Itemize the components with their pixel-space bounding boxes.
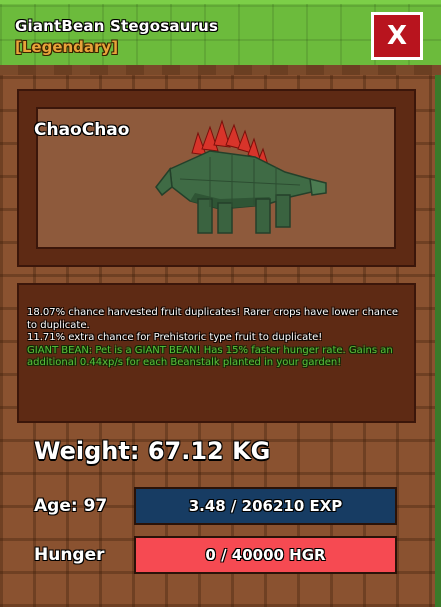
pet-description-panel: 18.07% chance harvested fruit duplicates… [17,283,416,423]
side-strip [435,75,441,607]
weight-label: Weight: 67.12 KG [34,437,271,465]
close-button[interactable]: X [371,12,423,60]
age-label: Age: 97 [34,496,108,516]
hunger-bar-text: 0 / 40000 HGR [205,546,326,564]
pet-species-title: GiantBean Stegosaurus [15,17,219,35]
pet-name: ChaoChao [34,120,130,140]
hunger-label: Hunger [34,545,105,565]
duplicate-chance-text: 18.07% chance harvested fruit duplicates… [27,307,399,331]
prehistoric-bonus-text: 11.71% extra chance for Prehistoric type… [27,332,323,343]
exp-bar-text: 3.48 / 206210 EXP [188,497,343,515]
exp-bar: 3.48 / 206210 EXP [134,487,397,525]
hunger-bar: 0 / 40000 HGR [134,536,397,574]
giant-bean-text: GIANT BEAN: Pet is a GIANT BEAN! Has 15%… [27,344,393,369]
stegosaurus-icon [155,119,327,234]
close-icon: X [386,21,408,51]
rarity-label: [Legendary] [15,38,119,56]
dirt-strip [0,65,441,75]
